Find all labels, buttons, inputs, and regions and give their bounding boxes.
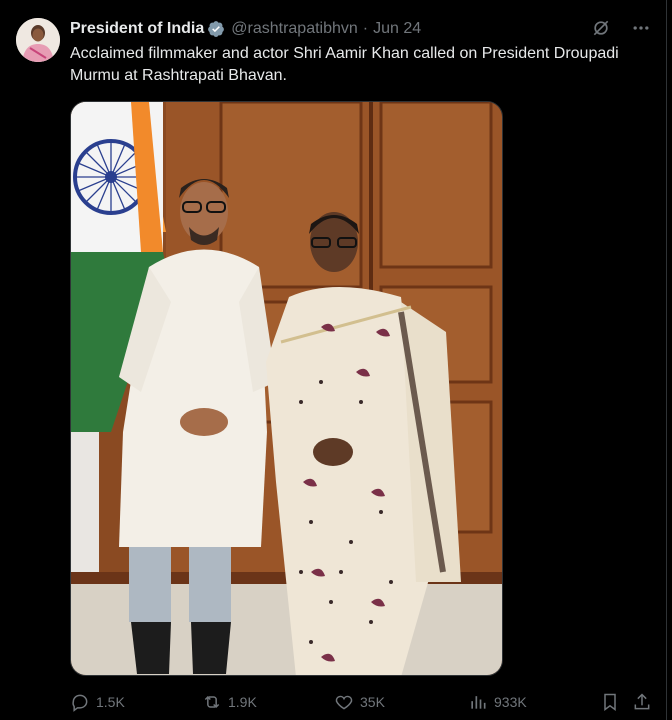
tweet-text: Acclaimed filmmaker and actor Shri Aamir… (70, 45, 619, 84)
share-button[interactable] (632, 690, 658, 714)
reply-count: 1.5K (96, 694, 125, 710)
avatar-image (16, 18, 60, 62)
photo-illustration (71, 102, 502, 675)
tweet-date[interactable]: Jun 24 (373, 20, 421, 38)
reply-icon (70, 692, 90, 712)
author-name[interactable]: President of India (70, 20, 204, 38)
like-count: 35K (360, 694, 385, 710)
column-border (666, 0, 667, 720)
repost-button[interactable]: 1.9K (202, 690, 257, 714)
more-icon[interactable] (630, 17, 652, 39)
bookmark-button[interactable] (600, 690, 626, 714)
tweet-photo[interactable] (70, 101, 503, 676)
separator-dot: · (362, 20, 369, 37)
verified-badge-icon[interactable] (207, 20, 225, 38)
analytics-icon (468, 692, 488, 712)
tweet-header: President of India @rashtrapatibhvn · Ju… (70, 17, 652, 41)
author-handle[interactable]: @rashtrapatibhvn (231, 20, 358, 38)
grok-icon[interactable] (590, 17, 612, 39)
share-icon (632, 692, 652, 712)
repost-icon (202, 692, 222, 712)
view-count: 933K (494, 694, 527, 710)
bookmark-icon (600, 692, 620, 712)
repost-count: 1.9K (228, 694, 257, 710)
like-button[interactable]: 35K (334, 690, 385, 714)
header-icons (590, 17, 652, 39)
heart-icon (334, 692, 354, 712)
avatar[interactable] (16, 18, 60, 62)
tweet-action-bar: 1.5K 1.9K 35K 933K (70, 690, 656, 714)
reply-button[interactable]: 1.5K (70, 690, 125, 714)
views-button[interactable]: 933K (468, 690, 527, 714)
